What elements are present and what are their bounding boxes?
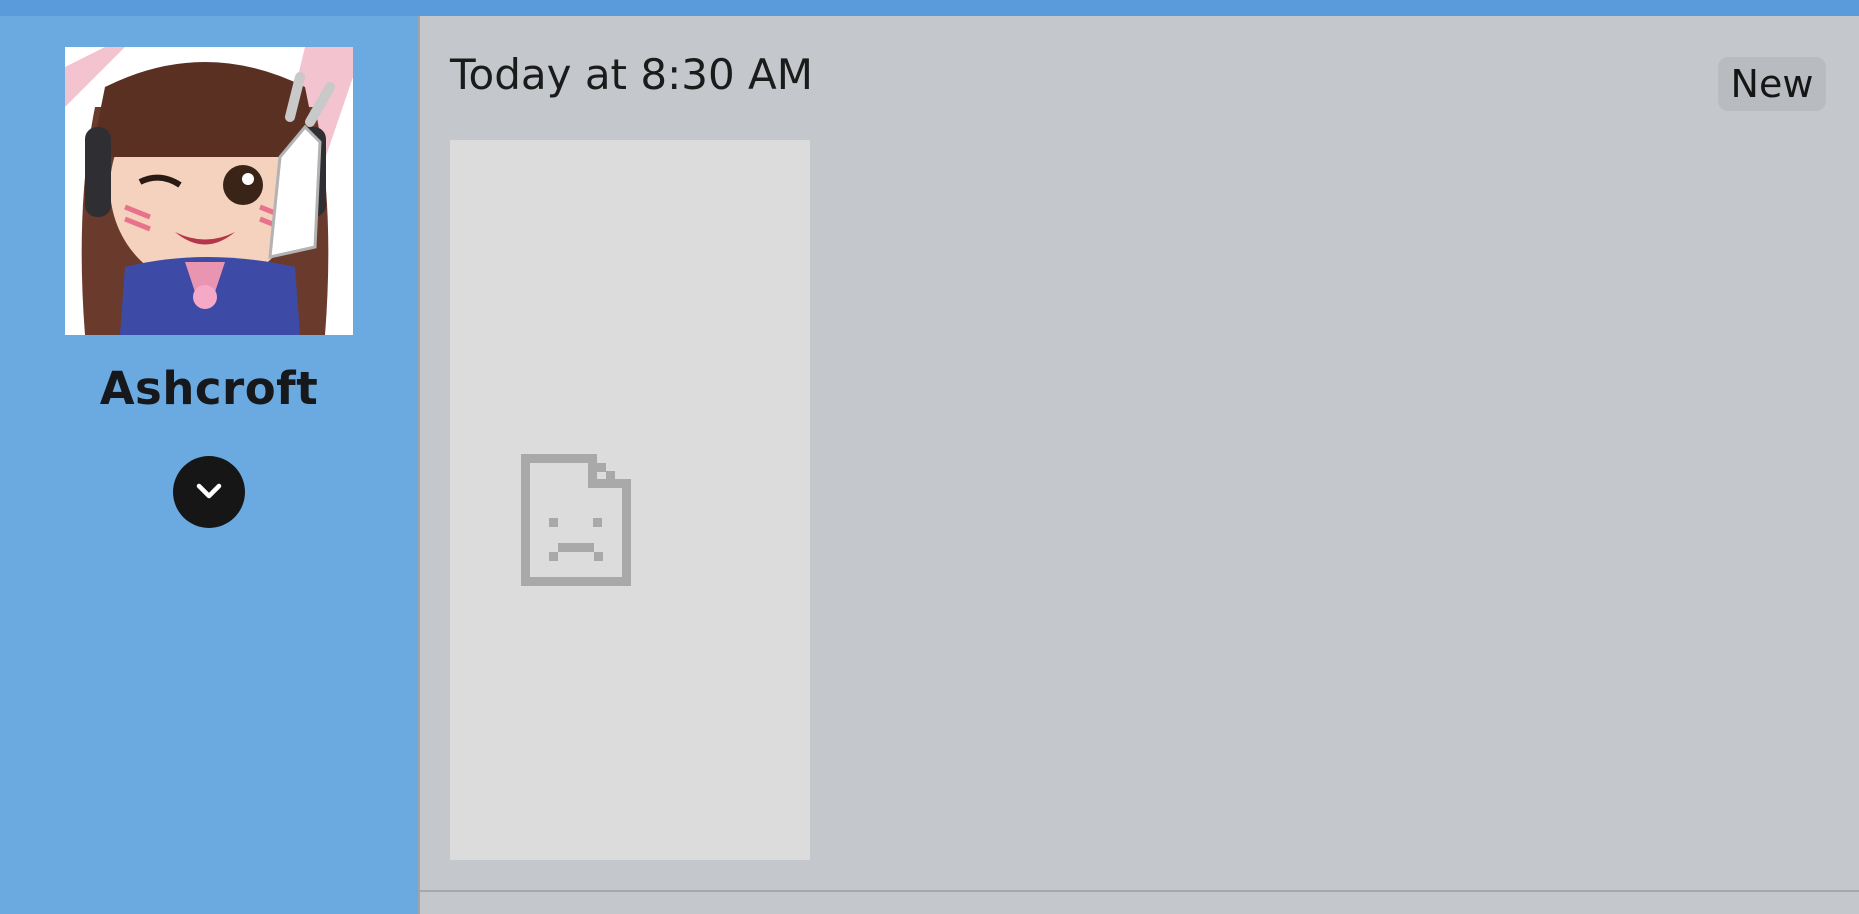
username: Ashcroft [99,362,319,415]
top-accent-bar [0,0,1859,16]
app-window: Ashcroft Today at 8:30 AM New [0,0,1859,914]
new-badge: New [1718,57,1826,111]
message-pane: Today at 8:30 AM New [420,16,1859,914]
message-divider [420,890,1859,892]
message-timestamp: Today at 8:30 AM [450,50,814,99]
avatar-illustration [65,47,353,335]
sidebar: Ashcroft [0,16,418,914]
chevron-down-icon [196,483,222,499]
image-attachment[interactable] [450,140,810,860]
expand-button[interactable] [173,456,245,528]
broken-image-icon [521,454,631,586]
avatar[interactable] [65,47,353,335]
